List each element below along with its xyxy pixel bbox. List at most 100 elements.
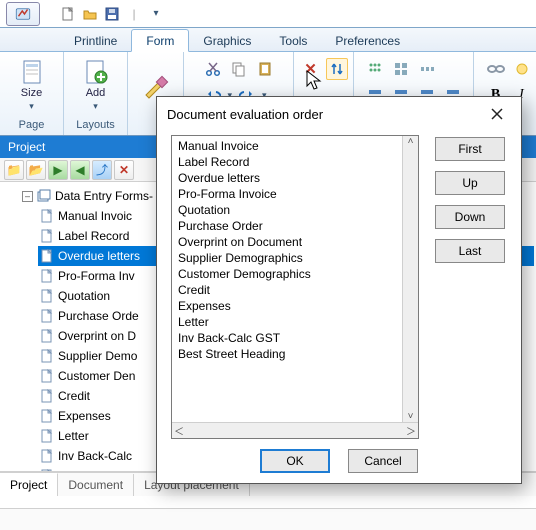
expand-button[interactable]: ▶ [48, 160, 68, 180]
paste-icon[interactable] [254, 58, 276, 80]
project-panel-title: Project [8, 140, 45, 154]
tree-item-label: Expenses [58, 407, 111, 425]
list-item[interactable]: Customer Demographics [174, 266, 400, 282]
close-button[interactable] [483, 102, 511, 126]
add-button-label: Add [86, 87, 106, 99]
cancel-button[interactable]: Cancel [348, 449, 418, 473]
qat-customize-dropdown[interactable]: ▾ [148, 6, 164, 22]
down-button[interactable]: Down [435, 205, 505, 229]
save-icon[interactable] [104, 6, 120, 22]
scroll-up-arrow[interactable]: ˄ [408, 136, 414, 147]
list-item[interactable]: Label Record [174, 154, 400, 170]
horizontal-scrollbar[interactable]: ＜ ＞ [172, 422, 418, 438]
tree-item-label: Credit [58, 387, 90, 405]
tab-printline[interactable]: Printline [60, 30, 131, 51]
size-button[interactable]: Size ▾ [8, 57, 56, 115]
highlight-icon[interactable] [511, 58, 533, 80]
list-item[interactable]: Manual Invoice [174, 138, 400, 154]
nav-up-button[interactable]: 📁 [4, 160, 24, 180]
link-icon[interactable] [485, 58, 507, 80]
page-icon [40, 309, 54, 323]
page-icon [40, 229, 54, 243]
dialog-footer: OK Cancel [157, 439, 521, 483]
dialog-title: Document evaluation order [167, 107, 323, 122]
ribbon-group-page: Size ▾ Page [0, 52, 64, 135]
new-file-icon[interactable] [60, 6, 76, 22]
bottom-tab-project[interactable]: Project [0, 473, 58, 496]
remove-button[interactable]: ✕ [114, 160, 134, 180]
list-item[interactable]: Inv Back-Calc GST [174, 330, 400, 346]
delete-icon[interactable]: ✕ [300, 58, 322, 80]
dialog-titlebar[interactable]: Document evaluation order [157, 97, 521, 131]
list-item[interactable]: Overprint on Document [174, 234, 400, 250]
list-item[interactable]: Purchase Order [174, 218, 400, 234]
vertical-scrollbar[interactable]: ˄ ˅ [402, 136, 418, 422]
tab-preferences[interactable]: Preferences [321, 30, 414, 51]
distribute-icon[interactable] [416, 58, 438, 80]
list-item[interactable]: Pro-Forma Invoice [174, 186, 400, 202]
app-logo[interactable] [6, 2, 40, 26]
bottom-tab-document[interactable]: Document [58, 474, 134, 496]
folder-stack-icon [37, 189, 51, 203]
cut-icon[interactable] [202, 58, 224, 80]
goto-button[interactable]: ⤴ [92, 160, 112, 180]
page-icon [40, 409, 54, 423]
tree-item-label: Purchase Orde [58, 307, 139, 325]
page-icon [40, 269, 54, 283]
list-item[interactable]: Overdue letters [174, 170, 400, 186]
qat-divider: | [126, 6, 142, 22]
tree-item-label: Pro-Forma Inv [58, 267, 135, 285]
copy-icon[interactable] [228, 58, 250, 80]
collapse-icon[interactable]: – [22, 191, 33, 202]
tab-graphics[interactable]: Graphics [189, 30, 265, 51]
tree-item-label: Supplier Demo [58, 347, 137, 365]
tree-item-label: Customer Den [58, 367, 135, 385]
status-strip [0, 508, 536, 530]
tree-item-label: Letter [58, 427, 89, 445]
page-icon [40, 249, 54, 263]
tab-form[interactable]: Form [131, 29, 189, 52]
dialog-side-buttons: First Up Down Last [433, 135, 507, 439]
page-icon [40, 209, 54, 223]
tab-tools[interactable]: Tools [265, 30, 321, 51]
list-item[interactable]: Expenses [174, 298, 400, 314]
tree-item-label: Manual Invoic [58, 207, 132, 225]
list-item[interactable]: Quotation [174, 202, 400, 218]
grid-icon[interactable] [390, 58, 412, 80]
ribbon-tabs: Printline Form Graphics Tools Preference… [0, 28, 536, 52]
last-button[interactable]: Last [435, 239, 505, 263]
braille-grid-icon[interactable] [364, 58, 386, 80]
order-listbox[interactable]: Manual InvoiceLabel RecordOverdue letter… [171, 135, 419, 439]
quick-access-toolbar: | ▾ [0, 0, 536, 28]
page-icon [40, 449, 54, 463]
list-item[interactable]: Best Street Heading [174, 346, 400, 362]
open-folder-icon[interactable] [82, 6, 98, 22]
size-button-label: Size [21, 87, 42, 99]
page-icon [40, 429, 54, 443]
nav-down-button[interactable]: 📂 [26, 160, 46, 180]
ok-button[interactable]: OK [260, 449, 330, 473]
tree-item-label: Overprint on D [58, 327, 136, 345]
first-button[interactable]: First [435, 137, 505, 161]
chevron-down-icon: ▾ [29, 101, 34, 112]
sort-order-icon[interactable] [326, 58, 348, 80]
tree-root-label: Data Entry Forms- [55, 187, 153, 205]
page-icon [40, 349, 54, 363]
collapse-button[interactable]: ◀ [70, 160, 90, 180]
tree-item-label: Overdue letters [58, 247, 140, 265]
list-item[interactable]: Credit [174, 282, 400, 298]
add-layout-button[interactable]: Add ▾ [72, 57, 120, 115]
scroll-down-arrow[interactable]: ˅ [408, 411, 414, 422]
page-icon [40, 389, 54, 403]
chevron-down-icon: ▾ [93, 101, 98, 112]
list-item[interactable]: Letter [174, 314, 400, 330]
ribbon-group-layouts: Add ▾ Layouts [64, 52, 128, 135]
up-button[interactable]: Up [435, 171, 505, 195]
document-evaluation-order-dialog: Document evaluation order Manual Invoice… [156, 96, 522, 484]
page-icon [40, 329, 54, 343]
scroll-right-arrow[interactable]: ＞ [406, 423, 416, 438]
tree-item-label: Label Record [58, 227, 129, 245]
scroll-left-arrow[interactable]: ＜ [174, 423, 184, 438]
ribbon-group-label: Layouts [76, 117, 115, 133]
list-item[interactable]: Supplier Demographics [174, 250, 400, 266]
